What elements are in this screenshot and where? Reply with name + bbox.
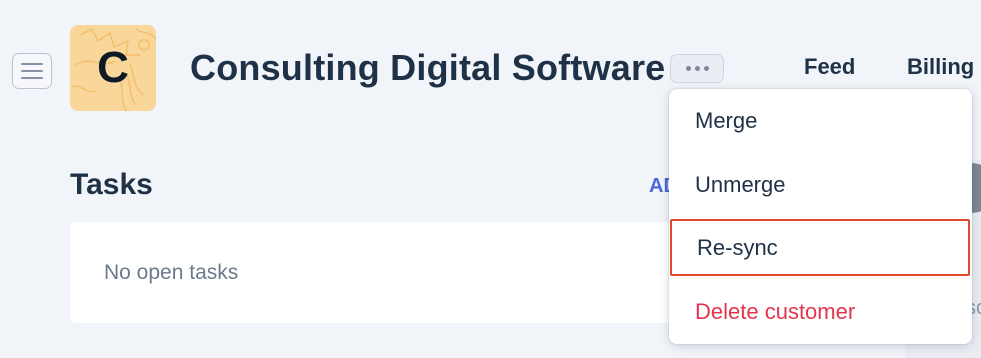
ellipsis-dot-icon: [685, 66, 691, 71]
menu-item-delete-customer[interactable]: Delete customer: [669, 283, 972, 341]
customer-page: C Consulting Digital Software Feed Billi…: [0, 0, 981, 358]
more-options-dropdown: Merge Unmerge Re-sync Delete customer: [669, 89, 972, 344]
tasks-empty-state: No open tasks: [104, 261, 239, 284]
tasks-card: No open tasks: [70, 222, 710, 323]
more-options-button[interactable]: [670, 54, 724, 83]
ellipsis-dot-icon: [694, 66, 700, 71]
hamburger-line-icon: [21, 63, 43, 65]
menu-item-resync[interactable]: Re-sync: [670, 219, 970, 276]
menu-item-unmerge[interactable]: Unmerge: [669, 156, 972, 214]
avatar-letter: C: [97, 43, 129, 92]
page-title: Consulting Digital Software: [190, 47, 666, 88]
tab-feed[interactable]: Feed: [804, 54, 855, 80]
customer-avatar: C: [70, 25, 156, 111]
hamburger-line-icon: [21, 70, 43, 72]
tab-billing[interactable]: Billing: [907, 54, 974, 80]
tasks-section-title: Tasks: [70, 168, 153, 201]
ellipsis-dot-icon: [703, 66, 709, 71]
hamburger-line-icon: [21, 77, 43, 79]
hamburger-menu-button[interactable]: [12, 53, 52, 89]
menu-item-merge[interactable]: Merge: [669, 92, 972, 150]
